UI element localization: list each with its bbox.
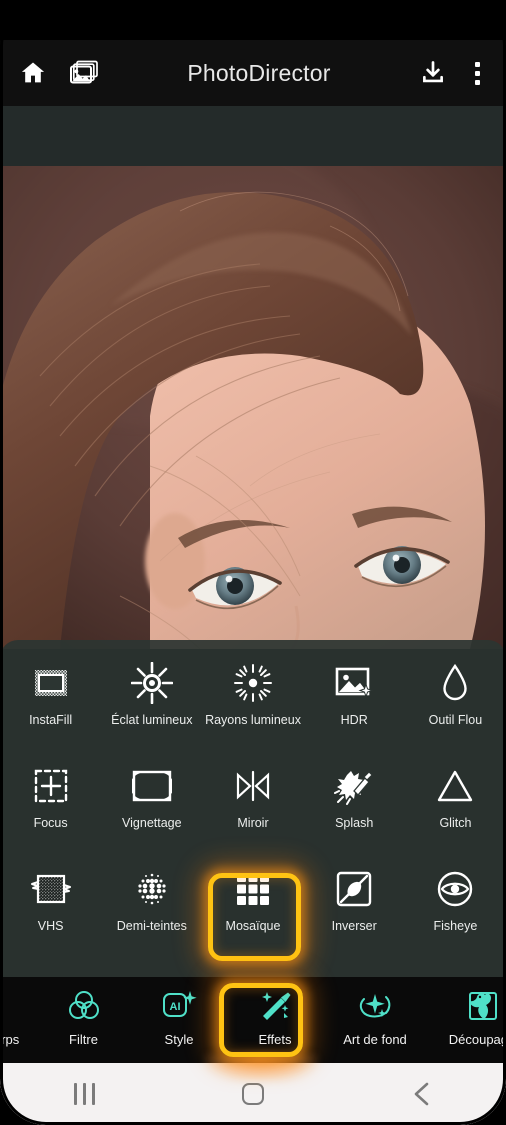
toolbar-item-decoupage[interactable]: Découpage [427, 977, 506, 1047]
effect-label: Miroir [237, 816, 269, 830]
phone-screen: PhotoDirector InstaFill Éclat lumineux R… [0, 0, 506, 1125]
effect-miroir[interactable]: Miroir [202, 755, 303, 858]
toolbar-label: Découpage [448, 1032, 506, 1047]
download-icon[interactable] [410, 50, 456, 96]
home-icon[interactable] [10, 50, 56, 96]
bottom-toolbar: orps Filtre AI Style [0, 977, 506, 1063]
toolbar-item-art-de-fond[interactable]: Art de fond [323, 977, 427, 1047]
app-header: PhotoDirector [0, 40, 506, 106]
toolbar-item-style[interactable]: AI Style [131, 977, 227, 1047]
instafill-icon [28, 660, 74, 706]
gallery-icon[interactable] [62, 50, 108, 96]
effect-label: Fisheye [433, 919, 478, 933]
toolbar-item-effets[interactable]: Effets [227, 977, 323, 1047]
android-navigation-bar [0, 1063, 506, 1125]
vignette-icon [129, 763, 175, 809]
effect-glitch[interactable]: Glitch [405, 755, 506, 858]
recents-icon[interactable] [52, 1074, 116, 1114]
effect-inverser[interactable]: Inverser [304, 858, 405, 961]
ai-style-icon: AI [158, 986, 200, 1026]
starburst-icon [129, 660, 175, 706]
toolbar-item-filtre[interactable]: Filtre [36, 977, 131, 1047]
toolbar-label: Effets [258, 1032, 292, 1047]
effect-mosaique[interactable]: Mosaïque [202, 858, 303, 961]
effect-splash[interactable]: Splash [304, 755, 405, 858]
effect-label: InstaFill [29, 713, 73, 727]
splash-brush-icon [331, 763, 377, 809]
effects-row: Focus Vignettage Miroir Splash Glitch [0, 755, 506, 858]
cutout-icon [461, 986, 503, 1026]
effect-label: Focus [33, 816, 68, 830]
hdr-photo-icon [331, 660, 377, 706]
toolbar-label: Art de fond [343, 1032, 407, 1047]
portrait-photo [0, 166, 506, 649]
effect-label: Inverser [331, 919, 377, 933]
effect-label: Splash [335, 816, 374, 830]
effect-rayons-lumineux[interactable]: Rayons lumineux [202, 652, 303, 755]
home-square-icon[interactable] [221, 1074, 285, 1114]
effect-fisheye[interactable]: Fisheye [405, 858, 506, 961]
fisheye-eye-icon [432, 866, 478, 912]
effect-hdr[interactable]: HDR [304, 652, 405, 755]
toolbar-label: orps [0, 1032, 20, 1047]
effect-label: Demi-teintes [116, 919, 187, 933]
effects-row: InstaFill Éclat lumineux Rayons lumineux… [0, 652, 506, 755]
mirror-icon [230, 763, 276, 809]
magic-wand-icon [254, 986, 296, 1026]
effects-panel: InstaFill Éclat lumineux Rayons lumineux… [0, 640, 506, 977]
light-rays-icon [230, 660, 276, 706]
effect-label: Mosaïque [225, 919, 281, 933]
toolbar-label: Filtre [69, 1032, 98, 1047]
effect-label: HDR [340, 713, 368, 727]
app-title: PhotoDirector [187, 59, 331, 86]
effect-focus[interactable]: Focus [0, 755, 101, 858]
back-chevron-icon[interactable] [390, 1074, 454, 1114]
effect-vhs[interactable]: VHS [0, 858, 101, 961]
effect-demi-teintes[interactable]: Demi-teintes [101, 858, 202, 961]
photo-preview[interactable] [0, 166, 506, 649]
glitch-triangle-icon [432, 763, 478, 809]
filter-circles-icon [63, 986, 105, 1026]
svg-text:AI: AI [170, 1001, 181, 1013]
effect-outil-flou[interactable]: Outil Flou [405, 652, 506, 755]
focus-crosshair-icon [28, 763, 74, 809]
effect-label: VHS [37, 919, 64, 933]
toolbar-label: Style [164, 1032, 194, 1047]
effect-eclat-lumineux[interactable]: Éclat lumineux [101, 652, 202, 755]
effect-vignettage[interactable]: Vignettage [101, 755, 202, 858]
effect-label: Glitch [439, 816, 472, 830]
background-art-icon [354, 986, 396, 1026]
blur-droplet-icon [432, 660, 478, 706]
toolbar-item-corps-partial[interactable]: orps [0, 977, 36, 1047]
overflow-menu-icon[interactable] [462, 50, 492, 96]
editor-backdrop [0, 106, 506, 166]
mosaic-grid-icon [230, 866, 276, 912]
effect-label: Éclat lumineux [111, 713, 193, 727]
effect-label: Vignettage [122, 816, 182, 830]
vhs-icon [28, 866, 74, 912]
effect-label: Rayons lumineux [205, 713, 301, 727]
halftone-icon [129, 866, 175, 912]
effect-label: Outil Flou [428, 713, 483, 727]
invert-icon [331, 866, 377, 912]
effect-instafill[interactable]: InstaFill [0, 652, 101, 755]
effects-row: VHS Demi-teintes Mosaïque Inverser Fishe… [0, 858, 506, 961]
